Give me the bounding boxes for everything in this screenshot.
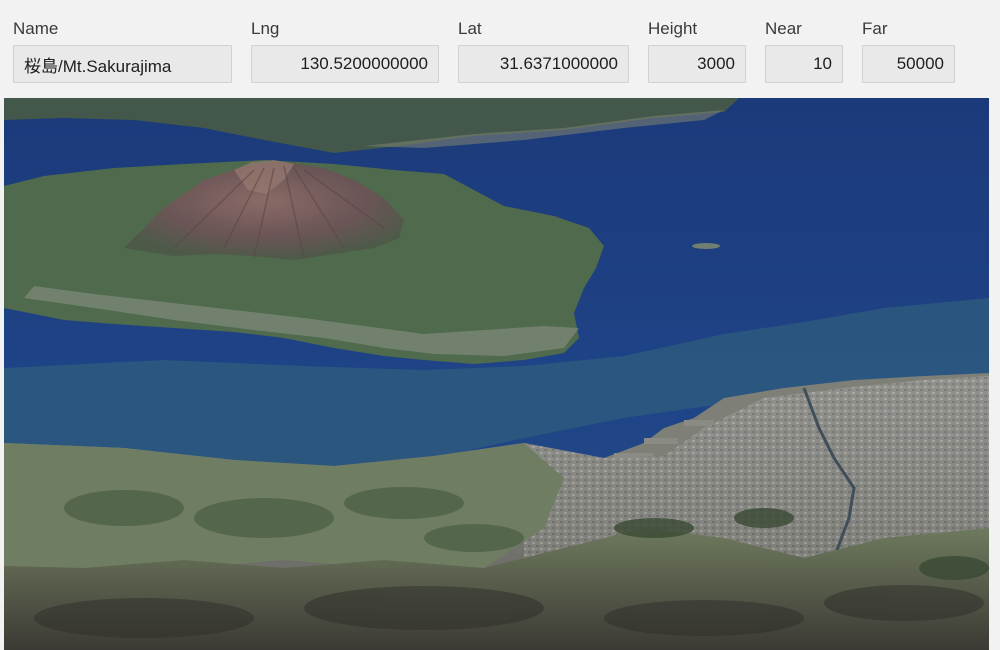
lat-input[interactable] (458, 45, 629, 83)
near-input[interactable] (765, 45, 843, 83)
near-label: Near (765, 19, 802, 38)
coordinate-toolbar: Name Lng Lat Height Near Far (0, 0, 1000, 98)
lat-label: Lat (458, 19, 482, 38)
lng-label: Lng (251, 19, 280, 38)
far-input[interactable] (862, 45, 955, 83)
terrain-3d-map-icon (4, 98, 989, 650)
page-scrollbar-track (989, 98, 1000, 650)
name-input[interactable] (13, 45, 232, 83)
islet (692, 243, 720, 249)
height-label: Height (648, 19, 698, 38)
pier (684, 420, 714, 426)
name-label: Name (13, 19, 59, 38)
terrain-3d-map-viewer[interactable] (4, 98, 989, 650)
far-label: Far (862, 19, 888, 38)
height-input[interactable] (648, 45, 746, 83)
pier (644, 438, 678, 444)
lng-input[interactable] (251, 45, 439, 83)
